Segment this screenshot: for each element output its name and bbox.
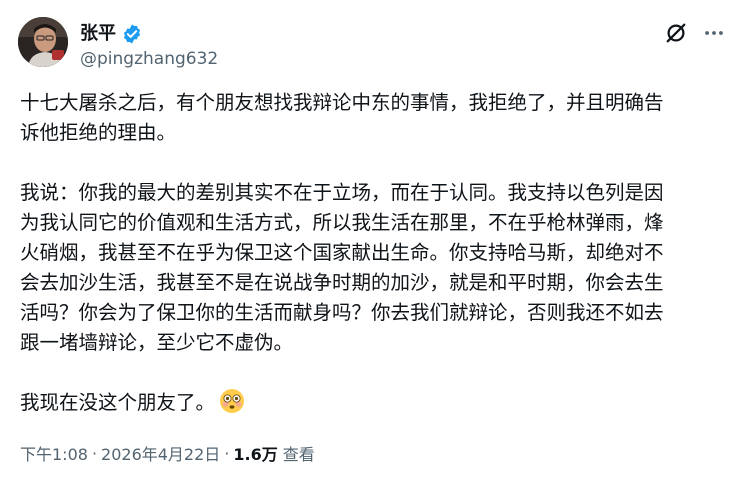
author-handle[interactable]: @pingzhang632 [80,48,218,70]
post-time[interactable]: 下午1:08 [20,441,88,465]
post-metadata: 下午1:08 · 2026年4月22日 · 1.6万 查看 [20,440,315,466]
display-name[interactable]: 张平 [80,21,116,47]
paragraph-3: 我现在没这个朋友了。 [20,388,730,418]
view-count: 1.6万 [233,445,278,464]
text-line: 我说：你我的最大的差别其实不在于立场，而在于认同。我支持以色列是因 [20,181,664,204]
text-line: 跟一堵墙辩论，至少它不虚伪。 [20,331,294,354]
avatar-image [18,17,68,67]
post-text: 十七大屠杀之后，有个朋友想找我辩论中东的事情，我拒绝了，并且明确告 诉他拒绝的理… [20,88,730,418]
header-actions [663,20,729,46]
text-line: 诉他拒绝的理由。 [20,121,177,144]
text-line-content: 我现在没这个朋友了。 [20,391,216,414]
paragraph-2: 我说：你我的最大的差别其实不在于立场，而在于认同。我支持以色列是因 为我认同它的… [20,178,730,358]
verified-badge-icon [121,23,143,45]
text-line: 会去加沙生活，我甚至不是在说战争时期的加沙，就是和平时期，你会去生 [20,271,664,294]
author-name-row: 张平 [80,21,143,47]
views-label: 查看 [282,445,315,464]
separator: · [91,443,98,463]
flushed-face-emoji [219,388,245,414]
text-line: 十七大屠杀之后，有个朋友想找我辩论中东的事情，我拒绝了，并且明确告 [20,91,664,114]
post-date[interactable]: 2026年4月22日 [101,441,220,465]
tweet-card: 张平 @pingzhang632 十七大屠杀之后，有个朋友想找我辩论中东的事情，… [0,0,747,494]
ellipsis-icon [705,31,723,35]
avatar[interactable] [18,17,68,67]
text-line: 活吗？你会为了保卫你的生活而献身吗？你去我们就辩论，否则我还不如去 [20,301,664,324]
more-options-button[interactable] [699,20,729,46]
text-line: 火硝烟，我甚至不在乎为保卫这个国家献出生命。你支持哈马斯，却绝对不 [20,241,664,264]
text-line: 为我认同它的价值观和生活方式，所以我生活在那里，不在乎枪林弹雨，烽 [20,211,664,234]
slashed-circle-icon [666,23,686,43]
separator: · [224,443,230,463]
text-line: 我现在没这个朋友了。 [20,388,730,418]
paragraph-1: 十七大屠杀之后，有个朋友想找我辩论中东的事情，我拒绝了，并且明确告 诉他拒绝的理… [20,88,730,148]
grok-button[interactable] [663,20,689,46]
